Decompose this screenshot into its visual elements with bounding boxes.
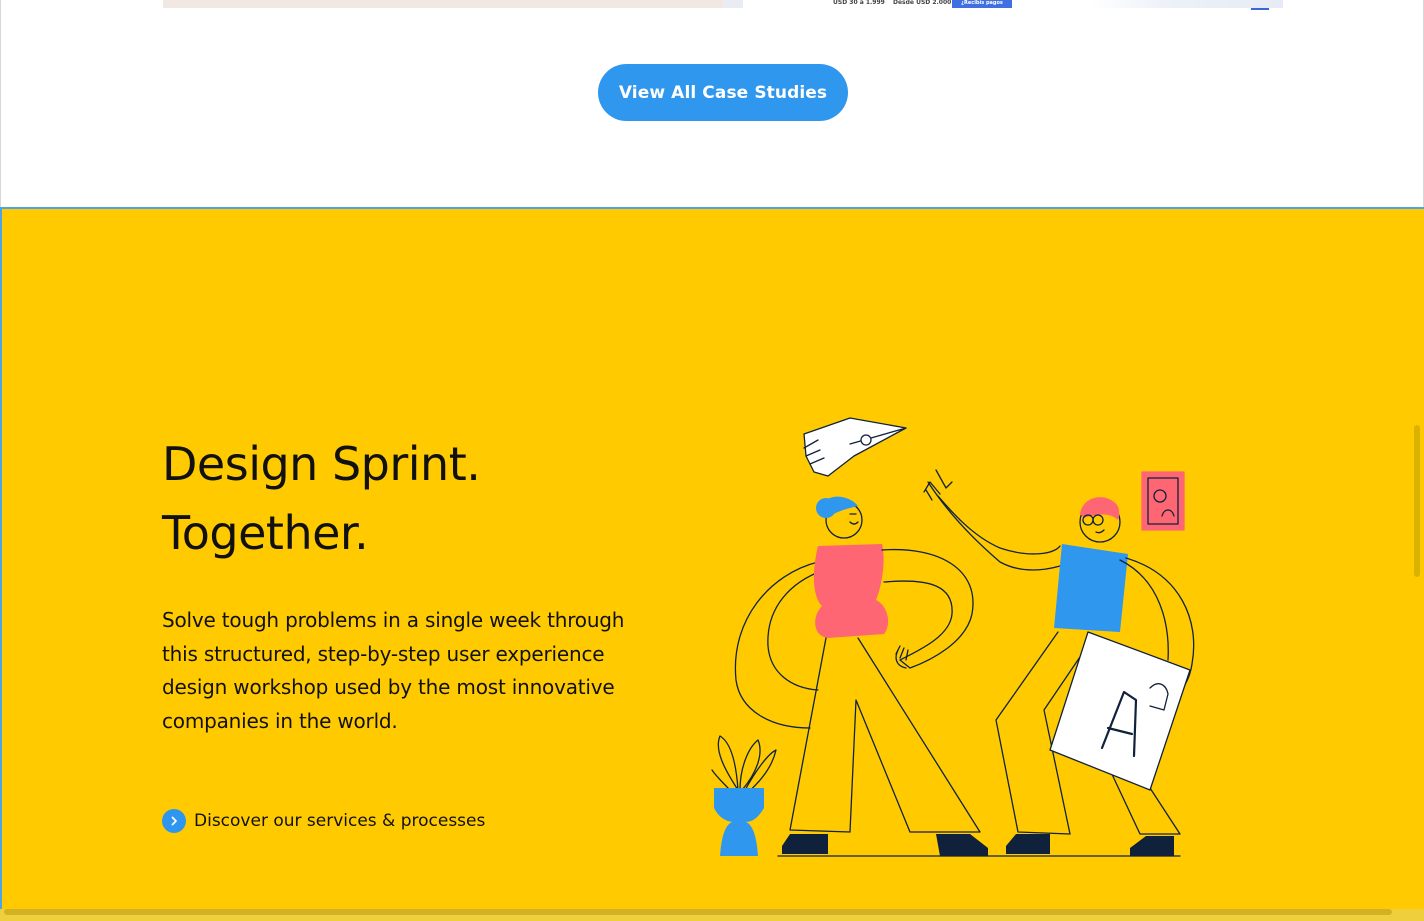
headline-line-2: Together.: [162, 506, 369, 560]
discover-services-label: Discover our services & processes: [194, 811, 486, 831]
case-study-thumbnail[interactable]: USD 30 a 1.999 Desde USD 2.000 ¿Recibís …: [821, 0, 1021, 8]
vertical-scrollbar[interactable]: [1414, 425, 1420, 577]
page: USD 30 a 1.999 Desde USD 2.000 ¿Recibís …: [0, 0, 1424, 921]
section-headline: Design Sprint. Together.: [162, 430, 481, 568]
plant-icon: [711, 735, 777, 795]
thumbnail-price-text: Desde USD 2.000: [893, 0, 952, 6]
case-study-thumbnail[interactable]: [1091, 0, 1283, 10]
view-all-case-studies-button[interactable]: View All Case Studies: [598, 64, 848, 121]
thumbnail-price-text: USD 30 a 1.999: [833, 0, 885, 6]
headline-line-1: Design Sprint.: [162, 437, 481, 491]
case-studies-section: USD 30 a 1.999 Desde USD 2.000 ¿Recibís …: [0, 0, 1424, 208]
team-collaboration-illustration: [711, 417, 1195, 857]
thumbnail-badge: ¿Recibís pagos: [952, 0, 1012, 8]
section-description: Solve tough problems in a single week th…: [162, 608, 625, 733]
discover-services-link[interactable]: Discover our services & processes: [162, 808, 485, 834]
horizontal-scrollbar[interactable]: [4, 909, 1392, 915]
case-study-thumbnail[interactable]: [163, 0, 743, 8]
chevron-right-icon: [162, 809, 186, 833]
